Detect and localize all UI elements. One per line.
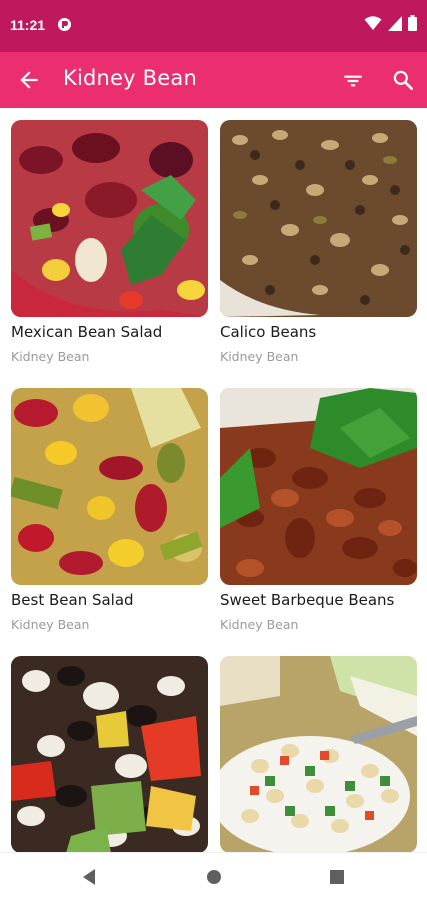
- nav-home-icon[interactable]: [204, 867, 224, 887]
- ring-logo-icon: [57, 17, 72, 32]
- battery-icon: [408, 15, 417, 35]
- recipe-image: [220, 120, 417, 317]
- recipe-card[interactable]: Mexican Bean Salad Kidney Bean: [11, 120, 208, 364]
- recipe-category: Kidney Bean: [11, 617, 90, 632]
- recipe-title: Sweet Barbeque Beans: [220, 591, 395, 609]
- recipe-title: Best Bean Salad: [11, 591, 134, 609]
- recipe-category: Kidney Bean: [220, 349, 299, 364]
- recipe-grid: Mexican Bean Salad Kidney Bean Calico Be…: [0, 108, 427, 852]
- wifi-icon: [364, 15, 382, 35]
- recipe-card[interactable]: Sweet Barbeque Beans Kidney Bean: [220, 388, 417, 632]
- recipe-image: [11, 388, 208, 585]
- status-bar: 11:21: [0, 0, 427, 52]
- cellular-signal-icon: [388, 15, 402, 35]
- recipe-image: [11, 120, 208, 317]
- system-nav-bar: [0, 852, 427, 901]
- status-icons: [364, 15, 417, 35]
- recipe-image: [220, 388, 417, 585]
- recipe-image: [220, 656, 417, 852]
- recipe-category: Kidney Bean: [220, 617, 299, 632]
- nav-recents-icon[interactable]: [327, 867, 347, 887]
- arrow-back-icon[interactable]: [16, 67, 42, 93]
- page-title: Kidney Bean: [63, 66, 197, 90]
- recipe-card[interactable]: Best Bean Salad Kidney Bean: [11, 388, 208, 632]
- recipe-title: Mexican Bean Salad: [11, 323, 163, 341]
- recipe-card[interactable]: Calico Beans Kidney Bean: [220, 120, 417, 364]
- recipe-title: Calico Beans: [220, 323, 317, 341]
- recipe-image: [11, 656, 208, 852]
- recipe-card[interactable]: [220, 656, 417, 852]
- filter-icon[interactable]: [340, 68, 366, 94]
- search-icon[interactable]: [390, 67, 416, 93]
- app-bar: Kidney Bean: [0, 52, 427, 108]
- status-time: 11:21: [10, 17, 46, 33]
- recipe-category: Kidney Bean: [11, 349, 90, 364]
- nav-back-icon[interactable]: [80, 867, 100, 887]
- recipe-card[interactable]: [11, 656, 208, 852]
